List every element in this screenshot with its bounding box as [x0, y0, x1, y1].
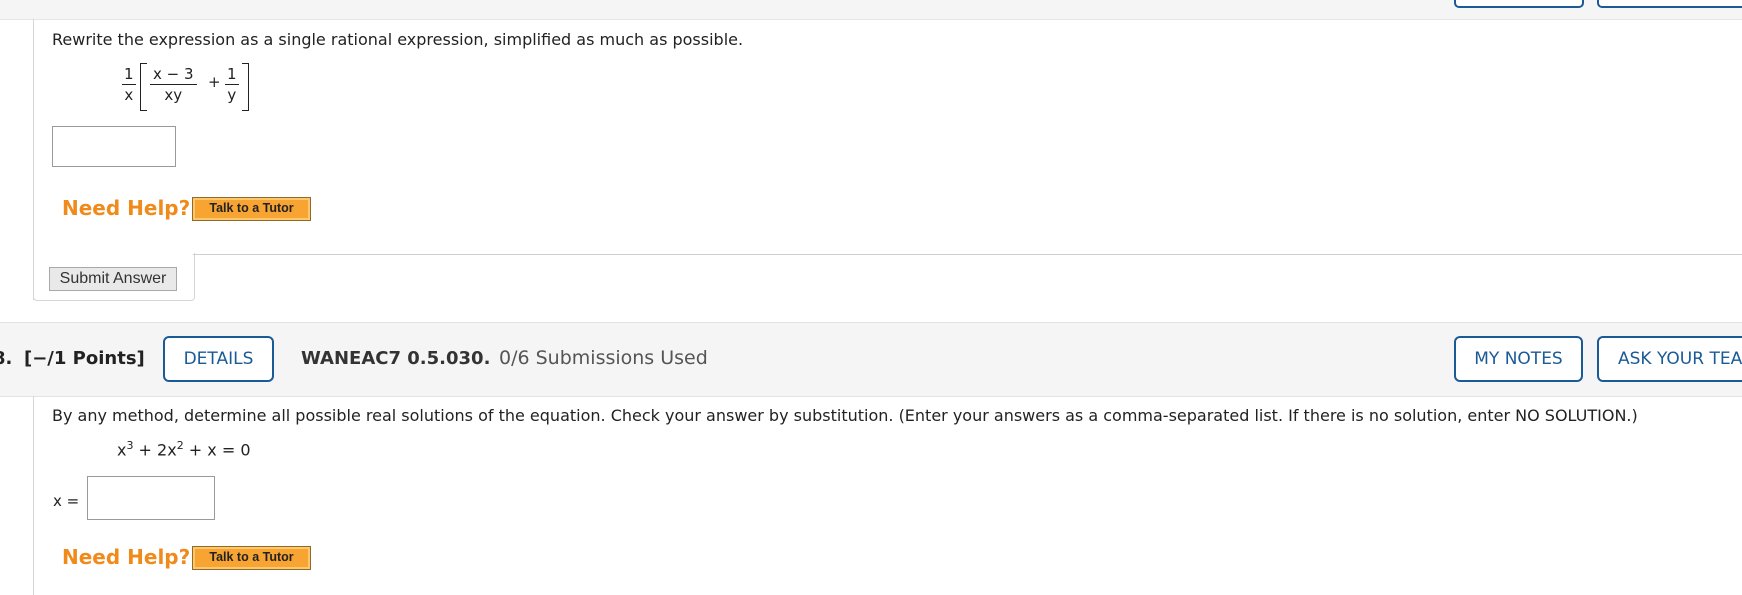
inner1-numerator: x − 3	[150, 64, 197, 85]
equation-exponent-2: 2	[176, 439, 184, 452]
right-bracket	[242, 63, 249, 111]
my-notes-button[interactable]: MY NOTES	[1454, 336, 1583, 382]
submit-answer-button[interactable]: Submit Answer	[49, 267, 177, 291]
divider	[193, 254, 1742, 255]
need-help-label-2: Need Help?	[62, 545, 191, 569]
question-8-prompt: By any method, determine all possible re…	[52, 406, 1638, 425]
inner-fraction-1: x − 3 xy	[150, 64, 197, 105]
details-button[interactable]: DETAILS	[163, 336, 274, 382]
question-8-answer-input[interactable]	[87, 476, 215, 520]
left-bracket	[140, 63, 147, 111]
need-help-label: Need Help?	[62, 196, 191, 220]
outer-fraction: 1 x	[122, 64, 136, 105]
inner2-numerator: 1	[225, 65, 239, 85]
question-7-answer-input[interactable]	[52, 126, 176, 167]
question-7-prompt: Rewrite the expression as a single ratio…	[52, 30, 744, 49]
rational-expression: 1 x x − 3 xy + 1 y	[118, 62, 258, 114]
plus-operator: +	[208, 73, 221, 91]
question-8-number: 8.	[0, 348, 13, 369]
inner-fraction-2: 1 y	[225, 64, 239, 105]
question-8-code: WANEAC7 0.5.030.	[301, 348, 491, 369]
ask-teacher-button-partial[interactable]	[1597, 0, 1742, 8]
question-8-points: [−/1 Points]	[24, 348, 145, 369]
talk-to-tutor-button[interactable]: Talk to a Tutor	[192, 197, 311, 221]
talk-to-tutor-button-2[interactable]: Talk to a Tutor	[192, 546, 311, 570]
my-notes-button-partial[interactable]	[1454, 0, 1584, 8]
outer-numerator: 1	[122, 65, 136, 85]
equation-term-3: + x = 0	[183, 440, 251, 460]
ask-your-teacher-button[interactable]: ASK YOUR TEACHER	[1597, 336, 1742, 382]
question-7-body	[33, 19, 1742, 300]
inner2-denominator: y	[227, 86, 237, 104]
submissions-used: 0/6 Submissions Used	[499, 347, 708, 369]
equation: x3 + 2x2 + x = 0	[117, 439, 251, 459]
inner1-denominator: xy	[164, 86, 183, 104]
answer-label: x =	[53, 492, 80, 510]
equation-term-2: + 2x	[133, 440, 177, 460]
outer-denominator: x	[124, 86, 134, 104]
